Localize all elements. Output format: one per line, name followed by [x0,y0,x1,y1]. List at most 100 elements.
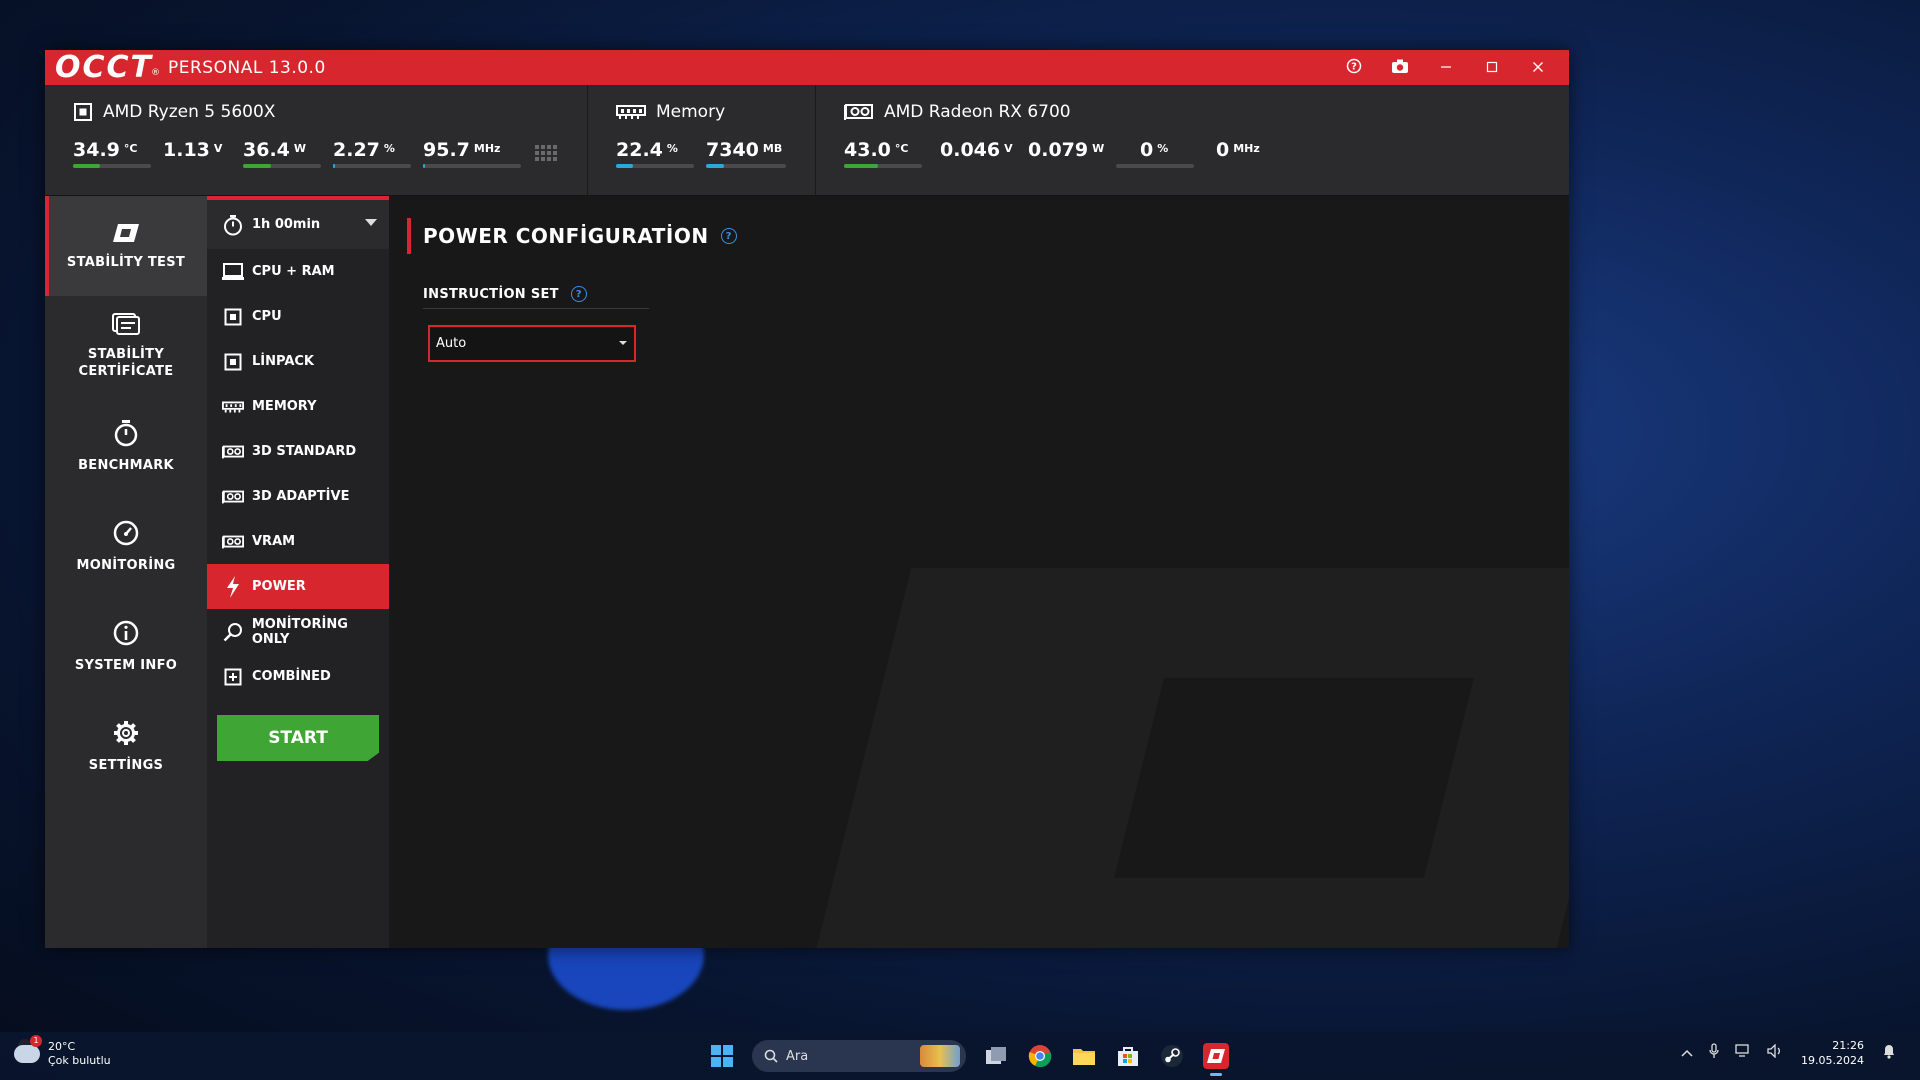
cpu-title: AMD Ryzen 5 5600X [73,102,275,122]
search-placeholder: Ara [786,1048,809,1064]
chip-icon [222,308,244,326]
nav-benchmark[interactable]: BENCHMARK [45,396,207,496]
clock[interactable]: 21:26 19.05.2024 [1801,1038,1864,1068]
close-button[interactable] [1515,59,1561,77]
metric-value: 0.046 [940,139,1001,161]
test-label: MEMORY [252,399,317,414]
start-menu-button[interactable] [704,1038,740,1074]
occt-logo-icon [1203,1043,1229,1069]
metric-bar-fill [73,164,101,168]
taskbar-search[interactable]: Ara [752,1040,966,1072]
folder-icon [1073,1049,1095,1065]
steam-app[interactable] [1154,1038,1190,1074]
gpu-clock-metric: 0 MHz [1216,139,1296,161]
nav-system-info[interactable]: SYSTEM INFO [45,596,207,696]
gpu-icon [844,103,874,121]
title-bar[interactable]: OCCT ® PERSONAL 13.0.0 ? [45,50,1569,85]
metric-unit: W [1092,142,1105,155]
volume-icon[interactable] [1767,1043,1783,1062]
clock-time: 21:26 [1832,1039,1864,1052]
maximize-icon [1486,61,1498,72]
task-view-button[interactable] [978,1038,1014,1074]
test-3d-adaptive[interactable]: 3D ADAPTİVE [207,474,389,519]
test-label: 3D ADAPTİVE [252,489,350,504]
help-icon[interactable]: ? [570,286,587,302]
weather-widget[interactable]: 1 20°C Çok bulutlu [14,1035,111,1068]
metric-value: 1.13 [163,139,210,161]
test-label: CPU [252,309,282,324]
metric-bar [333,164,411,168]
weather-temp: 20°C [48,1040,76,1053]
weather-desc: Çok bulutlu [48,1054,111,1067]
screenshot-button[interactable] [1377,58,1423,78]
occt-logo-icon [111,222,141,248]
memory-load-metric: 22.4% [616,139,694,168]
test-3d-standard[interactable]: 3D STANDARD [207,429,389,474]
gpu-sensor-block: AMD Radeon RX 6700 43.0 °C 0.046 V 0.079 W … [816,85,1569,195]
maximize-button[interactable] [1469,59,1515,77]
cloud-icon: 1 [14,1035,42,1063]
chevron-up-icon[interactable] [1681,1046,1693,1061]
cpu-clock-metric: 95.7 MHz [423,139,521,168]
test-linpack[interactable]: LİNPACK [207,339,389,384]
gpu-temp-metric: 43.0 °C [844,139,922,168]
metric-value: 95.7 [423,139,470,161]
memory-name: Memory [656,102,726,122]
metric-value: 2.27 [333,139,380,161]
memory-used-metric: 7340 MB [706,139,786,168]
window-controls: ? [1331,50,1561,85]
metric-unit: MHz [473,142,501,155]
nav-settings[interactable]: SETTİNGS [45,696,207,796]
metric-value: 43.0 [844,139,891,161]
file-explorer-app[interactable] [1066,1038,1102,1074]
test-cpu[interactable]: CPU [207,294,389,339]
test-vram[interactable]: VRAM [207,519,389,564]
nav-stability-test[interactable]: STABİLİTY TEST [45,196,207,296]
store-app[interactable] [1110,1038,1146,1074]
start-button[interactable]: START [217,715,379,761]
metric-unit: °C [894,142,909,155]
stopwatch-icon [222,214,244,236]
search-highlight-image [920,1045,960,1067]
metric-unit: % [1157,142,1169,155]
system-tray: 21:26 19.05.2024 [1673,1038,1904,1068]
metric-bar-fill [616,164,634,168]
help-button[interactable]: ? [1331,58,1377,78]
duration-dropdown[interactable]: 1h 00min [207,200,389,249]
field-label-text: INSTRUCTİON SET [423,286,559,302]
metric-value: 22.4 [616,139,663,161]
sensor-header: AMD Ryzen 5 5600X 34.9 °C 1.13 V 36.4 W 2.2… [45,85,1569,196]
nav-monitoring[interactable]: MONİTORİNG [45,496,207,596]
occt-app[interactable] [1198,1038,1234,1076]
cpu-power-metric: 36.4 W [243,139,321,168]
power-configuration-panel: POWER CONFİGURATİON ? INSTRUCTİON SET ? … [389,196,1569,948]
test-cpu-ram[interactable]: CPU + RAM [207,249,389,294]
minimize-button[interactable] [1423,59,1469,77]
gpu-name: AMD Radeon RX 6700 [884,102,1071,122]
metric-unit: MB [762,142,783,155]
test-label: POWER [252,579,306,594]
test-power[interactable]: POWER [207,564,389,609]
notification-bell-icon[interactable] [1882,1043,1896,1063]
nav-label: MONİTORİNG [76,557,176,573]
store-icon [1118,1047,1138,1066]
microphone-icon[interactable] [1709,1043,1719,1063]
test-label: CPU + RAM [252,264,335,279]
chrome-app[interactable] [1022,1038,1058,1074]
metric-value: 7340 [706,139,759,161]
cores-grid-button[interactable] [535,145,557,165]
running-indicator [1210,1073,1222,1076]
network-icon[interactable] [1735,1044,1751,1062]
test-monitoring-only[interactable]: MONİTORİNG ONLY [207,609,389,654]
memory-icon [616,105,646,119]
nav-stability-certificate[interactable]: STABİLİTY CERTİFİCATE [45,296,207,396]
test-memory[interactable]: MEMORY [207,384,389,429]
instruction-set-select[interactable]: Auto [428,325,636,362]
gpu-icon [222,535,244,549]
help-icon[interactable]: ? [720,228,737,244]
app-logo: OCCT [55,50,153,85]
stopwatch-icon [113,419,139,451]
test-combined[interactable]: COMBİNED [207,654,389,699]
main-nav: STABİLİTY TEST STABİLİTY CERTİFİCATE BEN… [45,196,207,948]
gpu-load-metric: 0% [1116,139,1194,168]
